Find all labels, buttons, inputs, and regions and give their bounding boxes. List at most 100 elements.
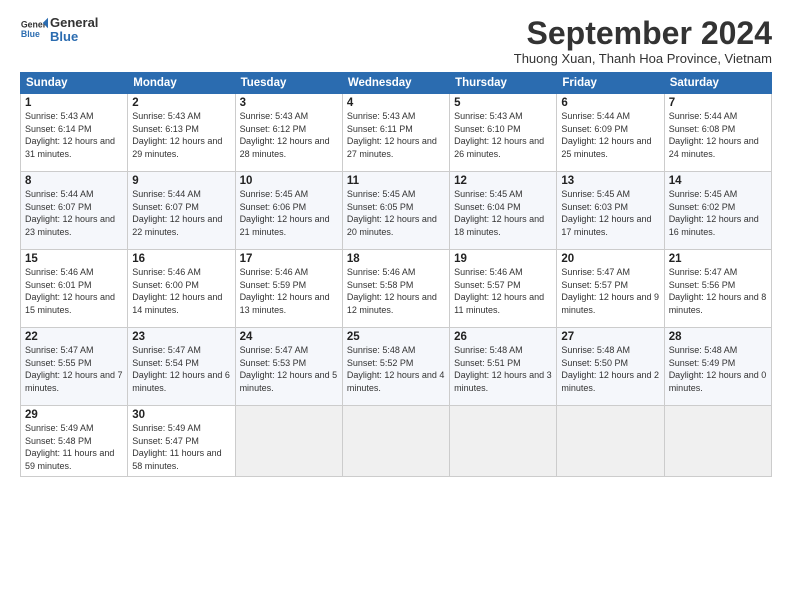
day-info: Sunrise: 5:47 AM Sunset: 5:55 PM Dayligh… [25,344,123,394]
title-block: September 2024 Thuong Xuan, Thanh Hoa Pr… [514,16,772,66]
day-number: 22 [25,331,123,343]
calendar-week-4: 22 Sunrise: 5:47 AM Sunset: 5:55 PM Dayl… [21,328,772,406]
day-info: Sunrise: 5:43 AM Sunset: 6:13 PM Dayligh… [132,110,230,160]
calendar-cell: 24 Sunrise: 5:47 AM Sunset: 5:53 PM Dayl… [235,328,342,406]
calendar-cell: 12 Sunrise: 5:45 AM Sunset: 6:04 PM Dayl… [450,172,557,250]
col-header-thursday: Thursday [450,73,557,94]
calendar-cell: 13 Sunrise: 5:45 AM Sunset: 6:03 PM Dayl… [557,172,664,250]
calendar-cell: 16 Sunrise: 5:46 AM Sunset: 6:00 PM Dayl… [128,250,235,328]
page: General Blue General Blue September 2024… [0,0,792,612]
calendar-cell: 20 Sunrise: 5:47 AM Sunset: 5:57 PM Dayl… [557,250,664,328]
col-header-sunday: Sunday [21,73,128,94]
day-number: 7 [669,97,767,109]
day-info: Sunrise: 5:44 AM Sunset: 6:09 PM Dayligh… [561,110,659,160]
calendar-cell: 18 Sunrise: 5:46 AM Sunset: 5:58 PM Dayl… [342,250,449,328]
calendar-cell: 11 Sunrise: 5:45 AM Sunset: 6:05 PM Dayl… [342,172,449,250]
calendar-cell [557,406,664,476]
day-info: Sunrise: 5:43 AM Sunset: 6:14 PM Dayligh… [25,110,123,160]
calendar-cell: 30 Sunrise: 5:49 AM Sunset: 5:47 PM Dayl… [128,406,235,476]
calendar-cell: 3 Sunrise: 5:43 AM Sunset: 6:12 PM Dayli… [235,94,342,172]
day-number: 12 [454,175,552,187]
day-info: Sunrise: 5:46 AM Sunset: 5:57 PM Dayligh… [454,266,552,316]
day-info: Sunrise: 5:47 AM Sunset: 5:53 PM Dayligh… [240,344,338,394]
header: General Blue General Blue September 2024… [20,16,772,66]
day-number: 24 [240,331,338,343]
day-number: 11 [347,175,445,187]
day-number: 27 [561,331,659,343]
calendar-cell: 28 Sunrise: 5:48 AM Sunset: 5:49 PM Dayl… [664,328,771,406]
calendar-cell: 23 Sunrise: 5:47 AM Sunset: 5:54 PM Dayl… [128,328,235,406]
calendar-week-2: 8 Sunrise: 5:44 AM Sunset: 6:07 PM Dayli… [21,172,772,250]
day-number: 13 [561,175,659,187]
logo-text-2: Blue [50,30,98,44]
calendar-cell: 25 Sunrise: 5:48 AM Sunset: 5:52 PM Dayl… [342,328,449,406]
col-header-saturday: Saturday [664,73,771,94]
location: Thuong Xuan, Thanh Hoa Province, Vietnam [514,51,772,66]
calendar-cell: 1 Sunrise: 5:43 AM Sunset: 6:14 PM Dayli… [21,94,128,172]
day-number: 5 [454,97,552,109]
day-info: Sunrise: 5:45 AM Sunset: 6:06 PM Dayligh… [240,188,338,238]
svg-text:General: General [21,20,48,30]
calendar-week-1: 1 Sunrise: 5:43 AM Sunset: 6:14 PM Dayli… [21,94,772,172]
calendar-cell: 2 Sunrise: 5:43 AM Sunset: 6:13 PM Dayli… [128,94,235,172]
svg-text:Blue: Blue [21,29,40,39]
day-number: 19 [454,253,552,265]
day-info: Sunrise: 5:43 AM Sunset: 6:10 PM Dayligh… [454,110,552,160]
day-info: Sunrise: 5:46 AM Sunset: 5:58 PM Dayligh… [347,266,445,316]
calendar-cell [342,406,449,476]
calendar-cell: 29 Sunrise: 5:49 AM Sunset: 5:48 PM Dayl… [21,406,128,476]
day-number: 20 [561,253,659,265]
logo: General Blue General Blue [20,16,98,45]
day-info: Sunrise: 5:46 AM Sunset: 6:00 PM Dayligh… [132,266,230,316]
day-info: Sunrise: 5:45 AM Sunset: 6:03 PM Dayligh… [561,188,659,238]
day-info: Sunrise: 5:49 AM Sunset: 5:47 PM Dayligh… [132,422,230,472]
calendar-cell: 19 Sunrise: 5:46 AM Sunset: 5:57 PM Dayl… [450,250,557,328]
day-number: 8 [25,175,123,187]
day-info: Sunrise: 5:47 AM Sunset: 5:56 PM Dayligh… [669,266,767,316]
day-number: 4 [347,97,445,109]
day-info: Sunrise: 5:43 AM Sunset: 6:12 PM Dayligh… [240,110,338,160]
calendar-cell [450,406,557,476]
month-title: September 2024 [514,16,772,51]
day-info: Sunrise: 5:45 AM Sunset: 6:05 PM Dayligh… [347,188,445,238]
calendar-cell: 14 Sunrise: 5:45 AM Sunset: 6:02 PM Dayl… [664,172,771,250]
day-number: 1 [25,97,123,109]
day-number: 6 [561,97,659,109]
calendar-cell: 5 Sunrise: 5:43 AM Sunset: 6:10 PM Dayli… [450,94,557,172]
calendar-cell: 9 Sunrise: 5:44 AM Sunset: 6:07 PM Dayli… [128,172,235,250]
calendar-cell: 26 Sunrise: 5:48 AM Sunset: 5:51 PM Dayl… [450,328,557,406]
col-header-tuesday: Tuesday [235,73,342,94]
calendar-header-row: SundayMondayTuesdayWednesdayThursdayFrid… [21,73,772,94]
col-header-monday: Monday [128,73,235,94]
day-number: 3 [240,97,338,109]
day-number: 28 [669,331,767,343]
day-number: 14 [669,175,767,187]
logo-icon: General Blue [20,16,48,44]
day-number: 2 [132,97,230,109]
day-number: 9 [132,175,230,187]
calendar: SundayMondayTuesdayWednesdayThursdayFrid… [20,72,772,476]
calendar-cell: 27 Sunrise: 5:48 AM Sunset: 5:50 PM Dayl… [557,328,664,406]
day-info: Sunrise: 5:47 AM Sunset: 5:57 PM Dayligh… [561,266,659,316]
day-info: Sunrise: 5:45 AM Sunset: 6:04 PM Dayligh… [454,188,552,238]
day-info: Sunrise: 5:45 AM Sunset: 6:02 PM Dayligh… [669,188,767,238]
day-number: 18 [347,253,445,265]
day-info: Sunrise: 5:44 AM Sunset: 6:07 PM Dayligh… [132,188,230,238]
day-number: 21 [669,253,767,265]
calendar-cell: 17 Sunrise: 5:46 AM Sunset: 5:59 PM Dayl… [235,250,342,328]
calendar-cell [664,406,771,476]
day-info: Sunrise: 5:48 AM Sunset: 5:50 PM Dayligh… [561,344,659,394]
day-number: 15 [25,253,123,265]
day-info: Sunrise: 5:48 AM Sunset: 5:51 PM Dayligh… [454,344,552,394]
col-header-wednesday: Wednesday [342,73,449,94]
calendar-cell: 6 Sunrise: 5:44 AM Sunset: 6:09 PM Dayli… [557,94,664,172]
calendar-week-3: 15 Sunrise: 5:46 AM Sunset: 6:01 PM Dayl… [21,250,772,328]
day-info: Sunrise: 5:49 AM Sunset: 5:48 PM Dayligh… [25,422,123,472]
day-number: 17 [240,253,338,265]
calendar-cell: 8 Sunrise: 5:44 AM Sunset: 6:07 PM Dayli… [21,172,128,250]
calendar-cell: 7 Sunrise: 5:44 AM Sunset: 6:08 PM Dayli… [664,94,771,172]
day-number: 26 [454,331,552,343]
day-info: Sunrise: 5:44 AM Sunset: 6:07 PM Dayligh… [25,188,123,238]
day-number: 23 [132,331,230,343]
day-info: Sunrise: 5:46 AM Sunset: 6:01 PM Dayligh… [25,266,123,316]
